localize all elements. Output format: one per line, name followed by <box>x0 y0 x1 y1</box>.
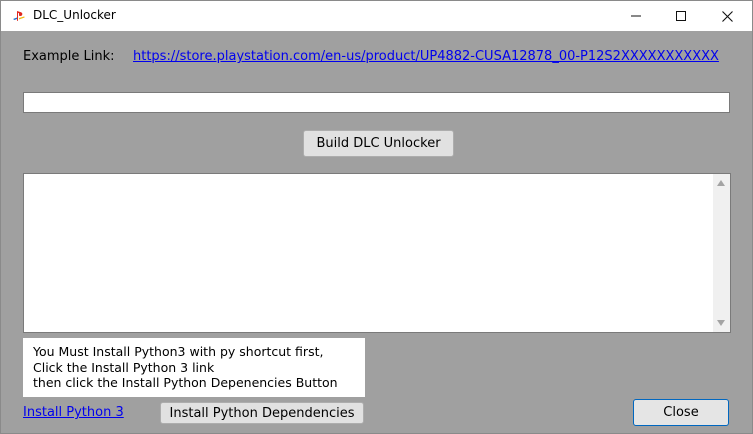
maximize-icon <box>676 11 686 21</box>
output-scrollbar[interactable] <box>713 174 730 332</box>
playstation-logo-icon <box>13 11 25 21</box>
store-url-input[interactable] <box>23 92 730 113</box>
scroll-up-icon[interactable] <box>717 180 725 186</box>
install-python-link[interactable]: Install Python 3 <box>23 405 124 420</box>
close-button[interactable]: Close <box>633 399 729 426</box>
close-icon <box>721 10 733 22</box>
dlc-unlocker-window: DLC_Unlocker Example Link: https://store… <box>0 0 753 434</box>
example-link[interactable]: https://store.playstation.com/en-us/prod… <box>133 49 719 64</box>
maximize-button[interactable] <box>658 1 704 31</box>
instruction-line: Click the Install Python 3 link <box>33 359 215 375</box>
instruction-line: You Must Install Python3 with py shortcu… <box>33 344 324 359</box>
instruction-line: then click the Install Python Depenencie… <box>33 375 338 390</box>
title-bar[interactable]: DLC_Unlocker <box>1 1 752 31</box>
output-textarea[interactable] <box>23 173 731 333</box>
window-close-button[interactable] <box>704 1 750 31</box>
install-dependencies-button[interactable]: Install Python Dependencies <box>160 402 364 424</box>
build-dlc-unlocker-button[interactable]: Build DLC Unlocker <box>303 130 454 157</box>
scroll-down-icon[interactable] <box>717 320 725 326</box>
minimize-icon <box>631 15 641 17</box>
window-title: DLC_Unlocker <box>33 8 116 22</box>
minimize-button[interactable] <box>613 1 659 31</box>
instructions-box: You Must Install Python3 with py shortcu… <box>23 338 365 397</box>
example-link-label: Example Link: <box>23 49 115 64</box>
